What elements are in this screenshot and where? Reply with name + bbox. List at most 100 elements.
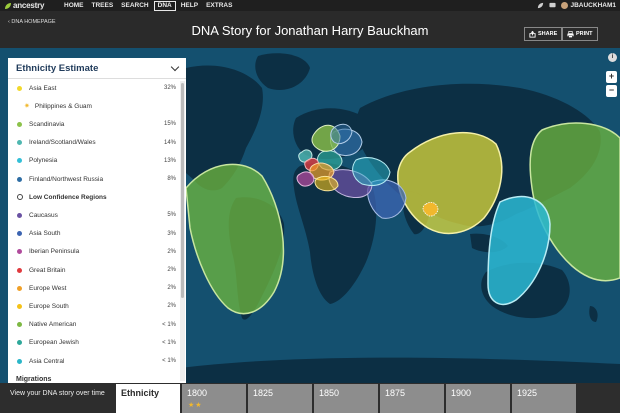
sub-region-marker-icon: ✷	[24, 103, 30, 111]
region-name: Ireland/Scotland/Wales	[29, 139, 96, 147]
top-nav: ancestry HOME TREES SEARCH DNA HELP EXTR…	[0, 0, 620, 11]
region-color-dot	[17, 121, 22, 127]
region-name: Native American	[29, 321, 77, 329]
region-color-dot	[17, 249, 22, 255]
region-color-dot	[17, 285, 22, 291]
chevron-down-icon[interactable]	[170, 62, 180, 71]
region-item[interactable]: Asia East 32%	[8, 80, 178, 96]
region-name: Scandinavia	[29, 120, 65, 128]
region-percent: 2%	[167, 267, 176, 273]
region-iberian-peninsula[interactable]	[296, 171, 315, 187]
migrations-heading[interactable]: Migrations	[16, 376, 51, 383]
region-item[interactable]: Polynesia 13%	[8, 153, 178, 169]
scrollbar[interactable]	[180, 81, 185, 381]
brand-name: ancestry	[13, 1, 45, 10]
nav-home[interactable]: HOME	[60, 0, 88, 11]
timeline-tab-label: 1925	[517, 388, 538, 398]
region-name: European Jewish	[29, 339, 79, 347]
region-item[interactable]: Iberian Peninsula 2%	[8, 244, 178, 260]
panel-header[interactable]: Ethnicity Estimate	[8, 58, 186, 79]
share-button[interactable]: SHARE	[524, 27, 563, 41]
sub-region-item[interactable]: ✷ Philippines & Guam	[8, 98, 178, 114]
region-color-dot	[17, 358, 22, 364]
region-item[interactable]: European Jewish < 1%	[8, 335, 178, 351]
region-color-dot	[17, 140, 22, 146]
region-percent: < 1%	[162, 339, 176, 346]
timeline-tab-ethnicity[interactable]: Ethnicity	[116, 384, 180, 413]
region-name: Asia East	[29, 84, 57, 92]
scrollbar-thumb[interactable]	[181, 83, 184, 298]
timeline-tab-1900[interactable]: 1900	[446, 384, 510, 413]
zoom-out-button[interactable]: −	[606, 85, 617, 97]
timeline-tab-label: 1825	[253, 388, 274, 398]
region-percent: < 1%	[162, 358, 176, 364]
timeline-bar: View your DNA story over time Ethnicity 1…	[0, 383, 620, 413]
region-item[interactable]: Caucasus 5%	[8, 207, 178, 223]
timeline-tab-label: 1900	[451, 388, 472, 398]
region-percent: 13%	[163, 157, 176, 164]
share-label: SHARE	[538, 31, 558, 37]
region-name: Philippines & Guam	[34, 102, 92, 110]
region-item[interactable]: Asia South 3%	[8, 226, 178, 242]
print-button[interactable]: PRINT	[562, 27, 598, 41]
timeline-label: View your DNA story over time	[10, 390, 105, 397]
timeline-tab-1875[interactable]: 1875	[380, 384, 444, 413]
region-item[interactable]: Asia Central < 1%	[8, 353, 178, 369]
timeline-tab-1925[interactable]: 1925	[512, 384, 576, 413]
timeline-tab-label: 1875	[385, 388, 406, 398]
region-color-dot	[17, 303, 22, 309]
region-percent: 3%	[167, 230, 176, 237]
timeline-tab-1850[interactable]: 1850	[314, 384, 378, 413]
region-item[interactable]: Native American < 1%	[8, 317, 178, 333]
low-confidence-label: Low Confidence Regions	[29, 193, 107, 201]
region-item[interactable]: Europe West 2%	[8, 280, 178, 296]
print-label: PRINT	[576, 31, 593, 37]
region-color-dot	[17, 340, 22, 346]
region-percent: 14%	[163, 139, 176, 146]
timeline-tab-1800[interactable]: 1800 ★★	[182, 384, 246, 413]
region-item[interactable]: Finland/Northwest Russia 8%	[8, 171, 178, 187]
timeline-tab-label: 1850	[319, 388, 340, 398]
zoom-in-button[interactable]: +	[606, 71, 617, 83]
nav-extras[interactable]: EXTRAS	[202, 0, 236, 11]
region-name: Polynesia	[29, 157, 58, 165]
panel-title: Ethnicity Estimate	[16, 62, 99, 74]
region-percent: 8%	[167, 176, 176, 182]
nav-dna[interactable]: DNA	[153, 0, 176, 11]
ancestry-logo[interactable]: ancestry	[0, 1, 60, 10]
region-percent: 2%	[167, 303, 176, 310]
region-name: Europe West	[29, 284, 67, 292]
region-name: Iberian Peninsula	[29, 248, 80, 256]
avatar	[561, 2, 569, 9]
region-color-dot	[17, 231, 22, 237]
region-item[interactable]: Ireland/Scotland/Wales 14%	[8, 135, 178, 151]
region-item[interactable]: Europe South 2%	[8, 298, 178, 314]
region-item[interactable]: Great Britain 2%	[8, 262, 178, 278]
region-percent: < 1%	[162, 321, 176, 328]
page-header: ‹ DNA HOMEPAGE DNA Story for Jonathan Ha…	[0, 11, 620, 48]
region-color-dot	[17, 212, 22, 218]
nav-search[interactable]: SEARCH	[117, 0, 152, 11]
user-menu[interactable]: JBAUCKHAM1	[561, 2, 616, 9]
nav-trees[interactable]: TREES	[88, 0, 118, 11]
info-button[interactable]: i	[608, 53, 617, 62]
region-name: Finland/Northwest Russia	[29, 175, 104, 183]
nav-help[interactable]: HELP	[177, 0, 202, 11]
messages-icon[interactable]	[549, 2, 557, 9]
print-icon	[567, 30, 574, 38]
timeline-tab-label: 1800	[187, 388, 208, 398]
region-percent: 5%	[167, 212, 176, 219]
region-name: Asia Central	[29, 357, 65, 365]
region-percent: 32%	[163, 85, 176, 91]
share-icon	[529, 30, 536, 38]
timeline-tab-1825[interactable]: 1825	[248, 384, 312, 413]
hint-leaf-icon[interactable]	[537, 2, 544, 9]
region-name: Great Britain	[29, 266, 66, 274]
username: JBAUCKHAM1	[570, 2, 616, 9]
low-confidence-toggle[interactable]: Low Confidence Regions	[8, 189, 178, 205]
ethnicity-panel: Ethnicity Estimate Asia East 32% ✷ Philippi…	[8, 58, 186, 383]
region-color-dot	[17, 322, 22, 328]
region-color-dot	[17, 158, 22, 164]
region-name: Europe South	[29, 302, 69, 310]
region-item[interactable]: Scandinavia 15%	[8, 116, 178, 132]
